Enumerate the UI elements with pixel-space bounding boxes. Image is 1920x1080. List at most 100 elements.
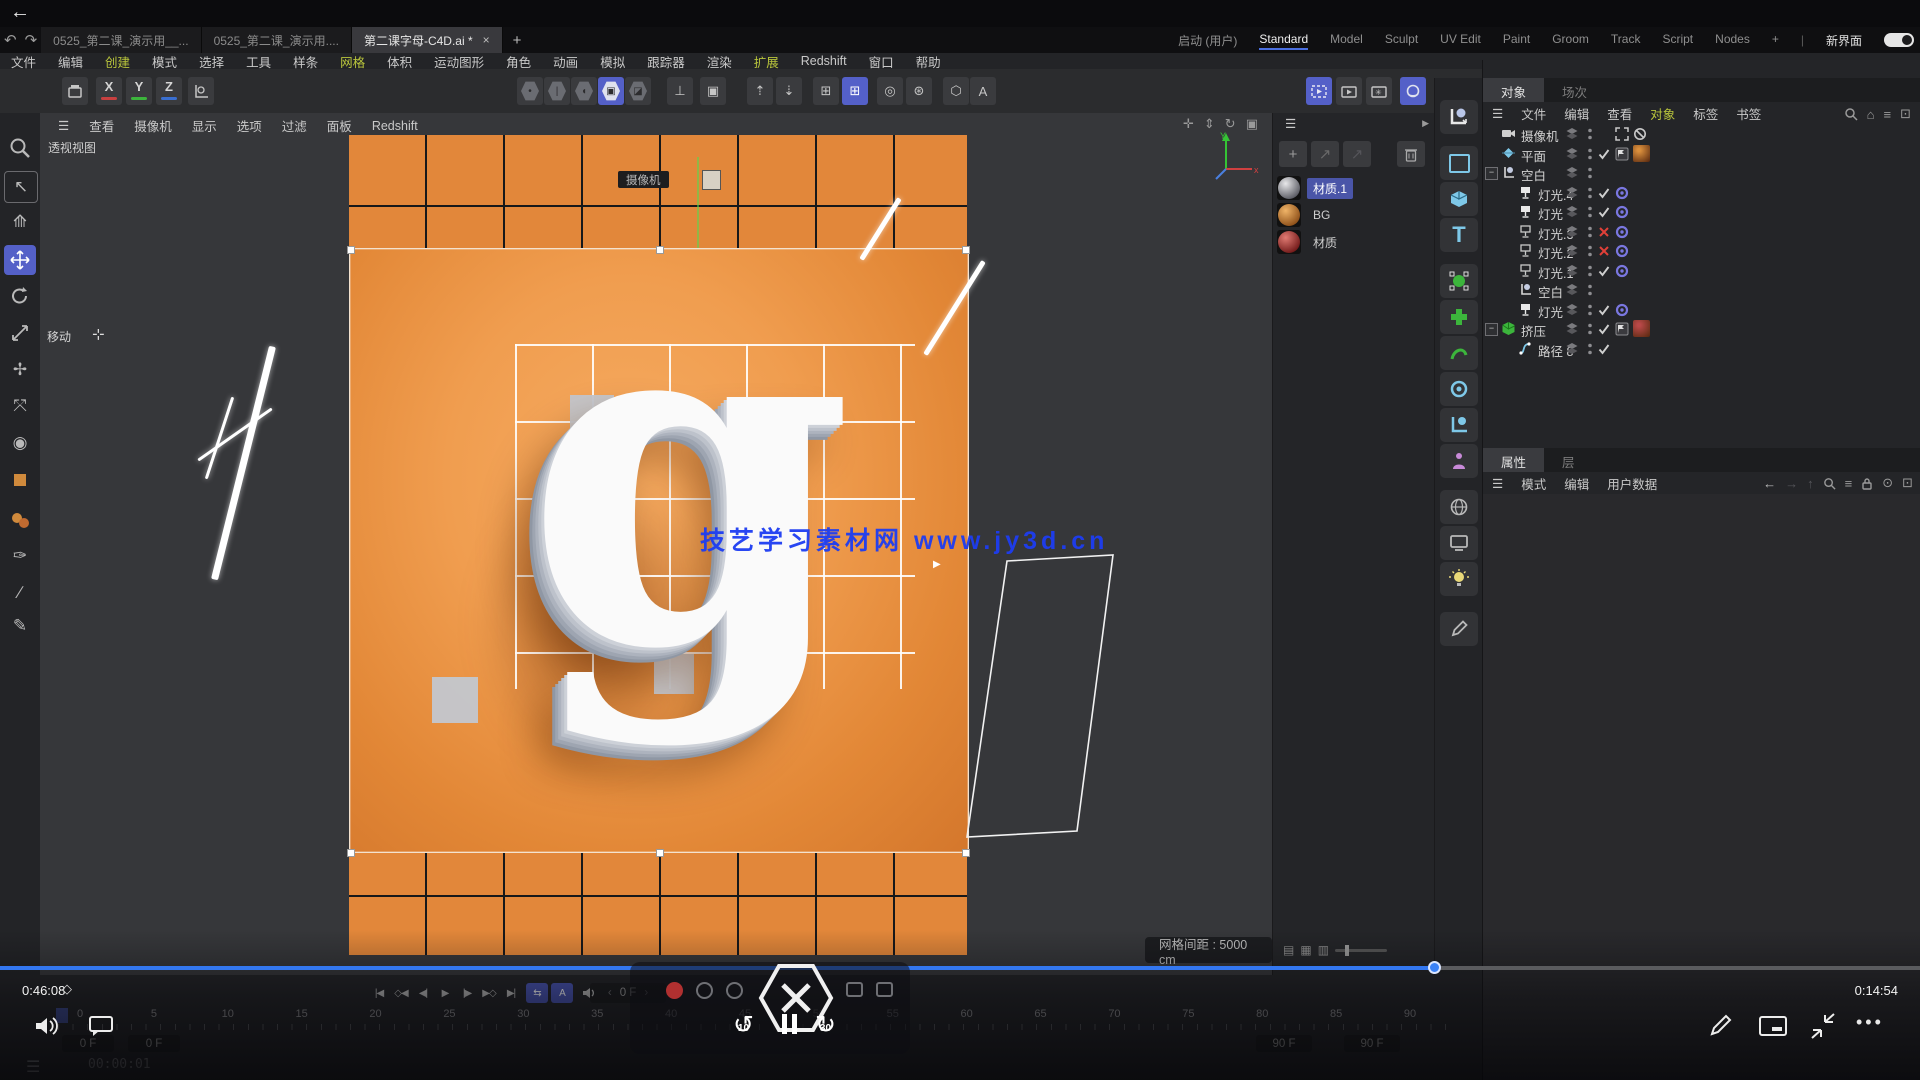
snap-square-button[interactable]: ▣: [700, 77, 726, 105]
visibility-dots[interactable]: [1583, 205, 1597, 219]
rewind-10-icon[interactable]: ↺10: [733, 1010, 754, 1040]
redo-icon[interactable]: ↷: [25, 31, 38, 49]
snap-gear-button[interactable]: ⊛: [906, 77, 932, 105]
render-settings-button[interactable]: ✳: [1366, 77, 1392, 105]
goto-start-button[interactable]: |◀: [368, 983, 390, 1003]
menubar-item[interactable]: 网格: [329, 52, 376, 71]
menubar-item[interactable]: 渲染: [696, 52, 743, 71]
search-tool[interactable]: [4, 133, 36, 163]
tab-对象[interactable]: 对象: [1483, 78, 1544, 102]
globe-button[interactable]: [1440, 490, 1478, 524]
material-name[interactable]: 材质.1: [1307, 178, 1353, 199]
file-tab[interactable]: 第二课字母-C4D.ai *×: [352, 27, 503, 53]
more-options-icon[interactable]: •••: [1856, 1012, 1884, 1033]
search-icon[interactable]: [1823, 477, 1836, 490]
lock-icon[interactable]: [1861, 477, 1873, 490]
player-marker-diamond[interactable]: ◇: [62, 981, 72, 997]
selection-handle[interactable]: [347, 246, 355, 254]
layer-icon[interactable]: [1565, 147, 1579, 161]
axis-scale-tool[interactable]: ⤧: [4, 391, 36, 421]
layer-icon[interactable]: [1565, 264, 1579, 278]
axis-lock-z[interactable]: Z: [156, 77, 182, 105]
object-label[interactable]: 挤压: [1521, 321, 1546, 340]
render-picture-viewer-button[interactable]: [1336, 77, 1362, 105]
visibility-dots[interactable]: [1583, 166, 1597, 180]
viewport-menu-item[interactable]: 查看: [79, 116, 124, 135]
goto-end-button[interactable]: ▶|: [500, 983, 522, 1003]
layer-icon[interactable]: [1565, 205, 1579, 219]
prev-key-button[interactable]: ◇◀: [390, 983, 412, 1003]
material-pair-tool[interactable]: [4, 505, 36, 535]
startup-menu[interactable]: 启动 (用户): [1178, 30, 1237, 51]
grid-button[interactable]: ⊞: [813, 77, 839, 105]
object-label[interactable]: 摄像机: [1521, 126, 1559, 145]
new-tab-button[interactable]: +: [503, 32, 532, 49]
pause-icon[interactable]: [782, 1014, 797, 1034]
tree-row[interactable]: 灯光: [1483, 202, 1920, 221]
viewport-menu-item[interactable]: 过滤: [272, 116, 317, 135]
deform-bend-button[interactable]: [1440, 336, 1478, 370]
detail-view-icon[interactable]: ▥: [1318, 943, 1329, 957]
texture-mode-button[interactable]: ◪: [625, 77, 651, 105]
enabled-check-icon[interactable]: [1597, 186, 1611, 200]
tree-row[interactable]: 灯光.1: [1483, 261, 1920, 280]
promote-button[interactable]: ↗: [1311, 141, 1339, 167]
object-label[interactable]: 空白: [1521, 165, 1546, 184]
hamburger-icon[interactable]: ☰: [26, 1057, 40, 1077]
player-seek-bar[interactable]: [0, 966, 1920, 970]
soft-selection-tool[interactable]: ◉: [4, 428, 36, 458]
circle-tag-icon[interactable]: [1615, 186, 1629, 200]
menubar-item[interactable]: 动画: [542, 52, 589, 71]
layer-icon[interactable]: [1565, 166, 1579, 180]
visibility-dots[interactable]: [1583, 225, 1597, 239]
workspace-tab[interactable]: Track: [1611, 30, 1641, 50]
menubar-item[interactable]: 模式: [141, 52, 188, 71]
layer-icon[interactable]: [1565, 283, 1579, 297]
circle-tag-icon[interactable]: [1615, 303, 1629, 317]
circle-tag-icon[interactable]: [1615, 264, 1629, 278]
list-view-icon[interactable]: ▤: [1283, 943, 1294, 957]
tree-row[interactable]: 路径 8: [1483, 339, 1920, 358]
model-mode-button[interactable]: ▣: [598, 77, 624, 105]
axis-move-tool[interactable]: ✢: [4, 355, 36, 385]
close-tab-icon[interactable]: ×: [483, 33, 490, 47]
material-tag-thumb[interactable]: [1633, 320, 1650, 337]
workspace-tab[interactable]: Groom: [1552, 30, 1589, 50]
material-name[interactable]: 材质: [1307, 232, 1343, 253]
grid-quantize-button[interactable]: ⊞: [842, 77, 868, 105]
attr-menu-item[interactable]: 用户数据: [1598, 474, 1666, 493]
layer-icon[interactable]: [1565, 303, 1579, 317]
workplane-button[interactable]: ⊥: [667, 77, 693, 105]
workspace-tab[interactable]: Model: [1330, 30, 1363, 50]
layer-icon[interactable]: [1565, 244, 1579, 258]
filter-icon[interactable]: ≡: [1845, 476, 1853, 491]
material-tag-thumb[interactable]: [1633, 145, 1650, 162]
target-tag-icon[interactable]: [1615, 127, 1629, 141]
edges-mode-button[interactable]: |: [544, 77, 570, 105]
visibility-dots[interactable]: [1583, 244, 1597, 258]
axis-down-button[interactable]: ⇣: [776, 77, 802, 105]
menubar-item[interactable]: 帮助: [905, 52, 952, 71]
workspace-tab[interactable]: +: [1772, 30, 1779, 50]
forward-30-icon[interactable]: ↻30: [815, 1010, 836, 1040]
flag-tag-icon[interactable]: [1615, 147, 1629, 161]
object-label[interactable]: 空白: [1538, 282, 1563, 301]
menubar-item[interactable]: 扩展: [743, 52, 790, 71]
undo-icon[interactable]: ↶: [4, 31, 17, 49]
enabled-check-icon[interactable]: [1597, 205, 1611, 219]
add-material-button[interactable]: +: [1279, 141, 1307, 167]
circle-tag-icon[interactable]: [1615, 205, 1629, 219]
menubar-item[interactable]: 选择: [188, 52, 235, 71]
layer-icon[interactable]: [1565, 186, 1579, 200]
dynamics-axis-button[interactable]: [1440, 408, 1478, 442]
render-screen-button[interactable]: [1440, 526, 1478, 560]
selection-handle[interactable]: [656, 849, 664, 857]
knife-tool[interactable]: ∕: [4, 578, 36, 608]
perspective-viewport[interactable]: ☰ 查看摄像机显示选项过滤面板Redshift ✛ ⇕ ↻ ▣ 透视视图 g: [40, 113, 1272, 975]
camera-hex-button[interactable]: ⬡: [943, 77, 969, 105]
light-button[interactable]: [1440, 562, 1478, 596]
next-frame-button[interactable]: |▶: [456, 983, 478, 1003]
visibility-dots[interactable]: [1583, 147, 1597, 161]
character-button[interactable]: [1440, 444, 1478, 478]
target-icon[interactable]: ⊙: [1882, 475, 1893, 491]
